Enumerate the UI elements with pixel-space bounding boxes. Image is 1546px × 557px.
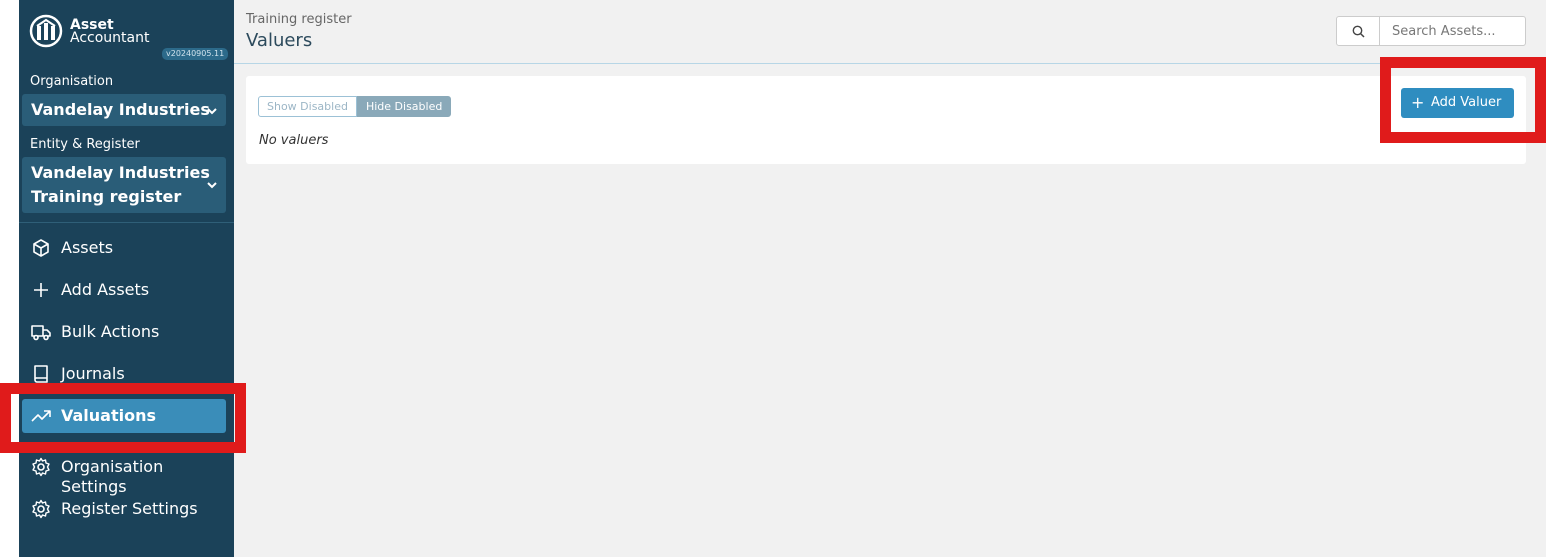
hide-disabled-button[interactable]: Hide Disabled bbox=[356, 96, 452, 117]
plus-icon bbox=[34, 283, 48, 297]
book-icon bbox=[34, 365, 48, 383]
sidebar-item-add-assets[interactable]: Add Assets bbox=[22, 273, 226, 307]
sidebar-item-assets[interactable]: Assets bbox=[22, 231, 226, 265]
organisation-select[interactable]: Vandelay Industries bbox=[22, 94, 226, 126]
search-input[interactable] bbox=[1381, 17, 1525, 45]
page-title: Valuers bbox=[246, 30, 313, 51]
sidebar-item-label: Add Assets bbox=[61, 280, 150, 299]
highlight-box-add-valuer bbox=[1380, 57, 1546, 143]
empty-state-message: No valuers bbox=[259, 133, 329, 148]
gear-icon bbox=[32, 499, 50, 519]
organisation-value: Vandelay Industries bbox=[31, 100, 210, 119]
search-icon bbox=[1352, 25, 1365, 38]
chevron-down-icon bbox=[207, 182, 217, 189]
sidebar-item-register-settings[interactable]: Register Settings bbox=[22, 492, 226, 526]
sidebar-item-bulk-actions[interactable]: Bulk Actions bbox=[22, 315, 226, 349]
entity-value: Vandelay Industries bbox=[31, 163, 210, 182]
sidebar-item-label: Organisation Settings bbox=[61, 457, 164, 496]
valuers-panel: Show Disabled Hide Disabled No valuers +… bbox=[246, 76, 1526, 164]
gear-icon bbox=[32, 457, 50, 477]
search-box bbox=[1336, 16, 1526, 46]
sidebar-divider bbox=[19, 222, 234, 223]
sidebar-item-label: Register Settings bbox=[61, 499, 198, 518]
version-badge: v20240905.11 bbox=[162, 48, 229, 60]
organisation-label: Organisation bbox=[30, 74, 114, 89]
entity-register-select[interactable]: Vandelay Industries Training register bbox=[22, 157, 226, 213]
sidebar-item-label: Assets bbox=[61, 238, 114, 257]
truck-icon bbox=[31, 325, 51, 341]
search-button[interactable] bbox=[1337, 17, 1380, 45]
highlight-box-valuations bbox=[0, 383, 246, 453]
sidebar-item-label: Bulk Actions bbox=[61, 322, 160, 341]
sidebar: Asset Accountant v20240905.11 Organisati… bbox=[19, 0, 234, 557]
entity-register-label: Entity & Register bbox=[30, 137, 140, 152]
disabled-filter-toggle: Show Disabled Hide Disabled bbox=[258, 96, 452, 118]
breadcrumb[interactable]: Training register bbox=[246, 12, 352, 27]
register-value: Training register bbox=[31, 187, 182, 206]
top-bar: Training register Valuers bbox=[234, 0, 1546, 64]
cube-icon bbox=[33, 239, 49, 257]
sidebar-item-label: Journals bbox=[61, 364, 125, 383]
show-disabled-button[interactable]: Show Disabled bbox=[258, 96, 357, 117]
asset-accountant-logo-icon bbox=[29, 14, 63, 48]
brand[interactable]: Asset Accountant v20240905.11 bbox=[19, 0, 234, 64]
sidebar-item-organisation-settings[interactable]: Organisation Settings bbox=[22, 450, 226, 496]
left-margin bbox=[0, 0, 19, 557]
chevron-down-icon bbox=[207, 108, 217, 115]
brand-name-secondary: Accountant bbox=[70, 30, 150, 46]
